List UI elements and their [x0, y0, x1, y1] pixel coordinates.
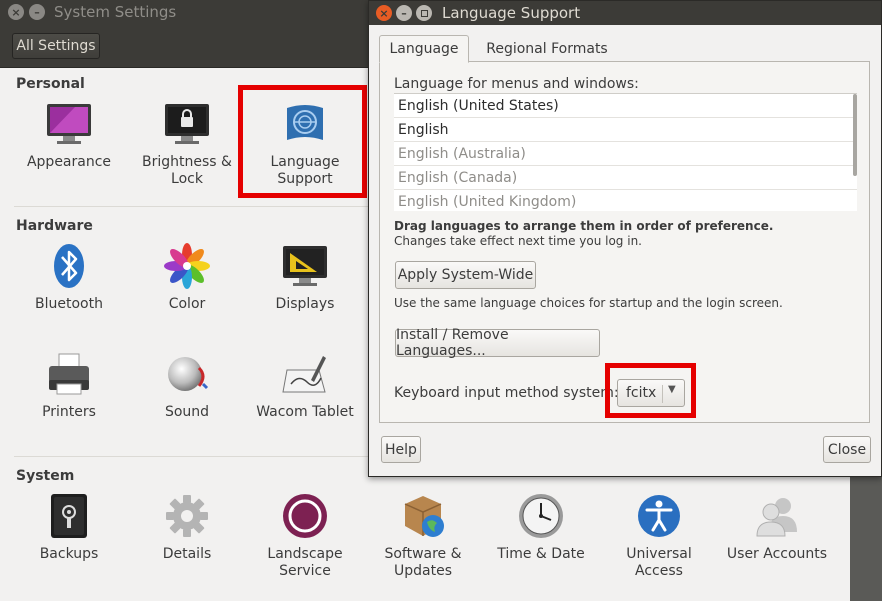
settings-item-label: Sound	[164, 404, 210, 420]
brightness-lock-icon	[163, 100, 211, 148]
section-title-hardware: Hardware	[16, 218, 93, 234]
settings-item-label: Displays	[275, 296, 335, 312]
settings-item-displays[interactable]: Displays	[246, 242, 364, 313]
language-list-item[interactable]: English (Canada)	[394, 166, 857, 190]
help-button[interactable]: Help	[381, 436, 421, 463]
apply-system-wide-button[interactable]: Apply System-Wide	[395, 261, 536, 289]
highlight-box-language-support	[238, 85, 367, 198]
settings-item-wacom-tablet[interactable]: Wacom Tablet	[246, 350, 364, 421]
changes-hint-text: Changes take effect next time you log in…	[394, 234, 642, 248]
settings-item-appearance[interactable]: Appearance	[10, 100, 128, 171]
settings-item-label: Appearance	[26, 154, 112, 170]
settings-item-label: Time & Date	[497, 546, 585, 562]
dialog-minimize-icon[interactable]: –	[396, 5, 412, 21]
install-remove-languages-button[interactable]: Install / Remove Languages...	[395, 327, 600, 359]
settings-item-label: Details	[162, 546, 212, 562]
drag-hint-text: Drag languages to arrange them in order …	[394, 219, 774, 233]
settings-item-software-updates[interactable]: Software & Updates	[364, 492, 482, 580]
appearance-icon	[45, 100, 93, 148]
keyboard-input-label: Keyboard input method system:	[394, 385, 619, 401]
language-list-item[interactable]: English	[394, 118, 857, 142]
settings-item-color[interactable]: Color	[128, 242, 246, 313]
landscape-icon	[281, 492, 329, 540]
universal-access-icon	[635, 492, 683, 540]
settings-item-landscape-service[interactable]: Landscape Service	[246, 492, 364, 580]
all-settings-button[interactable]: All Settings	[12, 33, 100, 59]
settings-item-printers[interactable]: Printers	[10, 350, 128, 421]
printer-icon	[45, 350, 93, 398]
settings-item-backups[interactable]: Backups	[10, 492, 128, 563]
displays-icon	[281, 242, 329, 290]
settings-item-details[interactable]: Details	[128, 492, 246, 563]
details-gear-icon	[163, 492, 211, 540]
settings-item-label: Color	[168, 296, 206, 312]
user-accounts-icon	[753, 492, 801, 540]
settings-item-label: User Accounts	[726, 546, 828, 562]
settings-item-label: Wacom Tablet	[256, 404, 354, 420]
language-list-item[interactable]: English (Australia)	[394, 142, 857, 166]
bluetooth-icon	[45, 242, 93, 290]
tab-language[interactable]: Language	[379, 35, 469, 63]
settings-item-label: Universal Access	[626, 546, 692, 579]
language-list-item[interactable]: English (United States)	[394, 94, 857, 118]
color-icon	[163, 242, 211, 290]
settings-item-bluetooth[interactable]: Bluetooth	[10, 242, 128, 313]
software-updates-icon	[399, 492, 447, 540]
language-list[interactable]: English (United States) English English …	[394, 93, 857, 211]
settings-item-user-accounts[interactable]: User Accounts	[718, 492, 836, 563]
settings-item-brightness-lock[interactable]: Brightness & Lock	[128, 100, 246, 188]
section-title-system: System	[16, 468, 75, 484]
backups-icon	[45, 492, 93, 540]
settings-item-label: Landscape Service	[267, 546, 343, 579]
settings-item-label: Printers	[42, 404, 96, 420]
settings-item-universal-access[interactable]: Universal Access	[600, 492, 718, 580]
apply-hint-text: Use the same language choices for startu…	[394, 296, 783, 310]
language-dialog-titlebar: × – Language Support	[369, 1, 881, 25]
settings-item-label: Software & Updates	[384, 546, 462, 579]
sound-icon	[163, 350, 211, 398]
dialog-close-icon[interactable]: ×	[376, 5, 392, 21]
settings-window-title: System Settings	[54, 3, 177, 21]
section-title-personal: Personal	[16, 76, 85, 92]
close-button[interactable]: Close	[823, 436, 871, 463]
wacom-tablet-icon	[281, 350, 329, 398]
language-list-scrollbar[interactable]	[853, 94, 857, 176]
settings-item-label: Brightness & Lock	[142, 154, 232, 187]
settings-item-time-date[interactable]: Time & Date	[482, 492, 600, 563]
settings-item-label: Bluetooth	[35, 296, 103, 312]
clock-icon	[517, 492, 565, 540]
tab-regional-formats[interactable]: Regional Formats	[475, 35, 619, 62]
settings-close-button[interactable]: ×	[8, 4, 24, 20]
settings-item-label: Backups	[39, 546, 99, 562]
language-dialog-title: Language Support	[442, 4, 581, 22]
language-list-item[interactable]: English (United Kingdom)	[394, 190, 857, 211]
highlight-box-input-method	[605, 363, 696, 418]
settings-minimize-button[interactable]: –	[29, 4, 45, 20]
dialog-maximize-icon[interactable]	[416, 5, 432, 21]
settings-item-sound[interactable]: Sound	[128, 350, 246, 421]
language-list-label: Language for menus and windows:	[394, 76, 639, 92]
